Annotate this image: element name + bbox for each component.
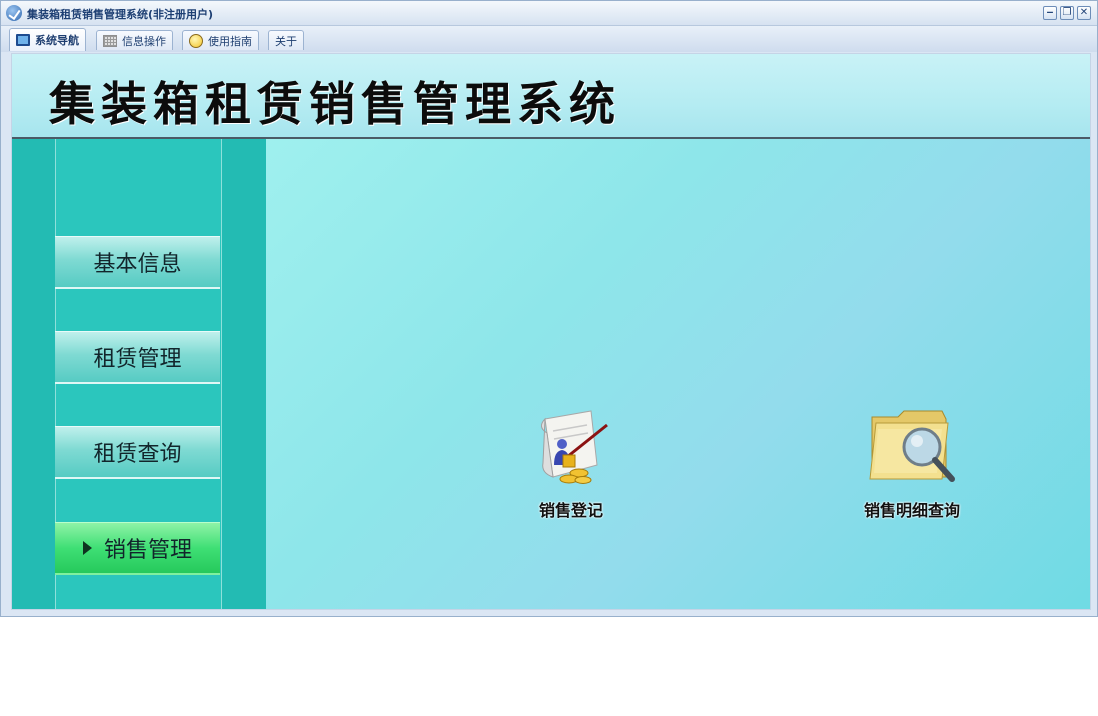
tab-bar: 系统导航 信息操作 使用指南 关于 (1, 26, 1097, 52)
app-window: 集装箱租赁销售管理系统(非注册用户) ‒ ❐ ✕ 系统导航 信息操作 使用指南 … (0, 0, 1098, 617)
tab-label: 关于 (275, 34, 297, 48)
sidebar-item-label: 销售管理 (103, 538, 192, 563)
sidebar-item-lease-management[interactable]: 租赁管理 (55, 331, 220, 384)
content-area: 销售登记 销售明细查询 (266, 139, 1090, 609)
tab-about[interactable]: 关于 (268, 30, 304, 50)
tab-user-guide[interactable]: 使用指南 (182, 30, 259, 50)
close-button[interactable]: ✕ (1077, 6, 1091, 20)
tab-label: 信息操作 (122, 34, 166, 48)
sidebar-item-label: 租赁查询 (93, 442, 182, 467)
window-title: 集装箱租赁销售管理系统(非注册用户) (27, 8, 214, 21)
caret-right-icon (82, 541, 92, 555)
minimize-button[interactable]: ‒ (1043, 6, 1057, 20)
function-label: 销售明细查询 (863, 501, 960, 520)
app-logo-icon (6, 5, 22, 21)
sidebar: 基本信息 租赁管理 租赁查询 销售管理 (12, 139, 266, 609)
function-label: 销售登记 (538, 501, 603, 520)
sales-register-button[interactable]: 销售登记 (526, 407, 616, 521)
folder-search-icon (869, 410, 955, 482)
banner: 集装箱租赁销售管理系统 (12, 54, 1090, 139)
sidebar-item-sales-management[interactable]: 销售管理 (55, 522, 220, 575)
title-bar[interactable]: 集装箱租赁销售管理系统(非注册用户) ‒ ❐ ✕ (1, 1, 1097, 26)
sidebar-item-label: 基本信息 (93, 252, 182, 277)
sales-detail-query-button[interactable]: 销售明细查询 (852, 407, 972, 521)
grid-icon (103, 34, 117, 47)
sales-register-icon (541, 410, 608, 484)
lightbulb-icon (189, 33, 203, 48)
sidebar-item-basic-info[interactable]: 基本信息 (55, 236, 220, 289)
banner-title: 集装箱租赁销售管理系统 (49, 77, 621, 131)
sidebar-item-lease-query[interactable]: 租赁查询 (55, 426, 220, 479)
tab-label: 使用指南 (208, 34, 252, 48)
sidebar-item-label: 租赁管理 (93, 347, 182, 372)
tab-info-ops[interactable]: 信息操作 (96, 30, 173, 50)
tab-label: 系统导航 (35, 34, 79, 47)
monitor-icon (16, 34, 30, 46)
window-controls: ‒ ❐ ✕ (1043, 6, 1091, 20)
main-frame: 集装箱租赁销售管理系统 基本信息 租赁管理 租赁查询 销售管理 销售登记 销售明… (11, 53, 1091, 610)
restore-button[interactable]: ❐ (1060, 6, 1074, 20)
tab-system-nav[interactable]: 系统导航 (9, 28, 86, 51)
